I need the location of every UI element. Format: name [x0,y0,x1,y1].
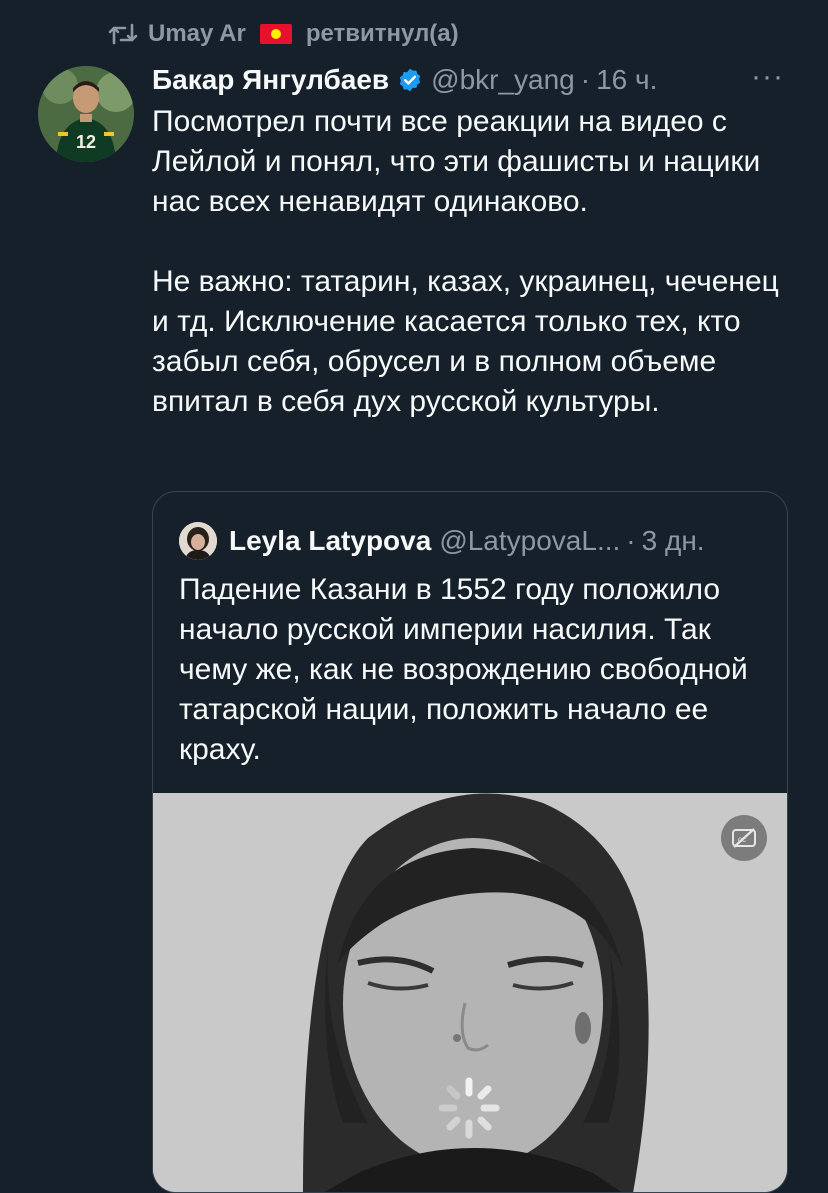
quoted-tweet-text: Падение Казани в 1552 году положило нача… [179,573,748,766]
author-handle[interactable]: @bkr_yang [431,64,575,96]
quoted-tweet-header: Leyla Latypova @LatypovaL... · 3 дн. [179,522,705,560]
retweet-icon [108,23,138,45]
tweet-text: Посмотрел почти все реакции на видео с Л… [152,105,779,418]
retweeter-name[interactable]: Umay Ar [148,20,246,48]
loading-spinner-icon [436,1075,502,1146]
retweet-context[interactable]: Umay Ar ретвитнул(а) [108,20,459,48]
verified-badge-icon[interactable] [397,67,423,93]
separator-dot: · [626,525,636,556]
quoted-tweet-timestamp[interactable]: 3 дн. [642,525,705,557]
retweet-action-label: ретвитнул(а) [305,20,459,47]
separator-dot: · [580,64,591,95]
quoted-author-name[interactable]: Leyla Latypova [229,525,431,557]
author-name[interactable]: Бакар Янгулбаев [152,64,389,96]
tweet-timestamp[interactable]: 16 ч. [596,64,657,96]
svg-text:12: 12 [76,132,96,152]
more-options-icon[interactable]: ··· [751,60,784,94]
quoted-tweet-card[interactable]: Leyla Latypova @LatypovaL... · 3 дн. Пад… [152,491,788,1193]
quoted-tweet-video[interactable]: cc [153,793,787,1192]
kyrgyzstan-flag-icon [259,24,292,44]
quoted-author-avatar[interactable] [179,522,217,560]
quoted-author-handle[interactable]: @LatypovaL... [439,525,620,557]
tweet-header: Бакар Янгулбаев @bkr_yang · 16 ч. ··· [152,60,792,100]
author-avatar[interactable]: 12 [38,66,134,162]
captions-off-icon[interactable]: cc [721,815,767,861]
